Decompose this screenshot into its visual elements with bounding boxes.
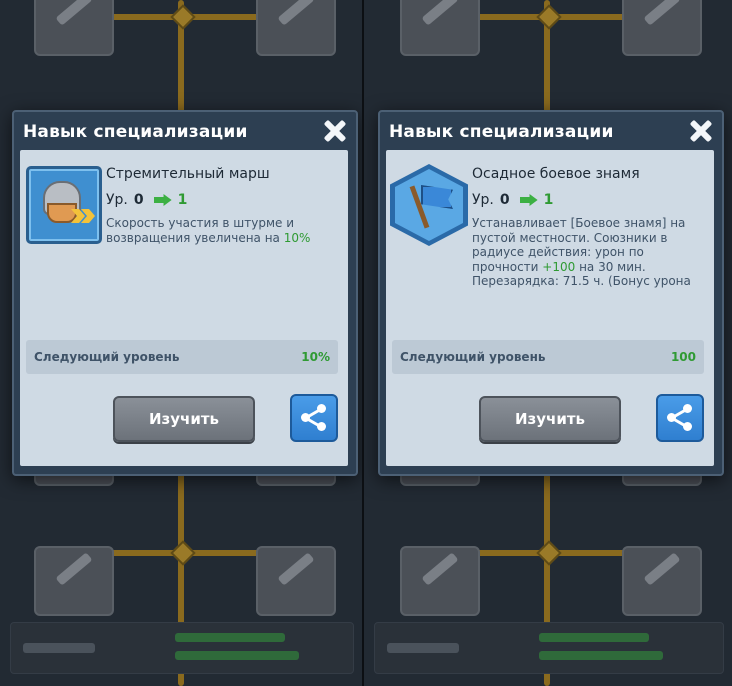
dialog-content: Стремительный марш Ур. 0 1 Скорость учас… xyxy=(20,150,348,466)
level-row: Ур. 0 1 xyxy=(106,192,187,208)
skill-name: Стремительный марш xyxy=(106,166,270,182)
blurred-text xyxy=(23,643,95,653)
skill-name: Осадное боевое знамя xyxy=(472,166,640,182)
tree-node-diamond xyxy=(170,4,196,30)
hammer-icon xyxy=(421,0,459,26)
hammer-icon xyxy=(643,0,681,26)
tree-node-tile[interactable] xyxy=(400,0,480,56)
next-level-value: 100 xyxy=(670,350,696,364)
share-icon-dot xyxy=(667,413,676,422)
hammer-icon xyxy=(277,0,315,26)
study-button[interactable]: Изучить xyxy=(479,396,621,442)
blurred-text xyxy=(539,633,649,642)
close-icon[interactable] xyxy=(322,118,348,144)
level-next: 1 xyxy=(543,192,554,208)
hammer-icon xyxy=(421,552,459,586)
arrow-right-icon xyxy=(153,194,172,206)
description-text: Скорость участия в штурме и возвращения … xyxy=(106,216,294,245)
share-button[interactable] xyxy=(656,394,704,442)
flag-shape xyxy=(421,185,453,209)
dialog-content: Осадное боевое знамя Ур. 0 1 Устанавлива… xyxy=(386,150,714,466)
hammer-icon xyxy=(643,552,681,586)
share-button[interactable] xyxy=(290,394,338,442)
blurred-text xyxy=(175,633,285,642)
share-icon-dot xyxy=(683,404,692,413)
tree-node-tile[interactable] xyxy=(256,0,336,56)
next-level-label: Следующий уровень xyxy=(34,350,180,364)
arrow-right-icon xyxy=(519,194,538,206)
level-current: 0 xyxy=(133,192,144,208)
skill-description: Скорость участия в штурме и возвращения … xyxy=(106,216,342,245)
tree-node-tile[interactable] xyxy=(622,0,702,56)
bottom-info-bar xyxy=(374,622,724,674)
level-current: 0 xyxy=(499,192,510,208)
tree-node-tile[interactable] xyxy=(400,546,480,616)
march-helmet-icon xyxy=(26,166,102,244)
tree-node-tile[interactable] xyxy=(622,546,702,616)
description-value: +100 xyxy=(542,259,576,274)
hammer-icon xyxy=(277,552,315,586)
blurred-text xyxy=(539,651,663,660)
skill-dialog: Навык специализации Осадное боевое знамя… xyxy=(378,110,724,476)
dialog-title: Навык специализации xyxy=(389,122,614,142)
helmet-face-shape xyxy=(47,203,77,223)
dialog-title: Навык специализации xyxy=(23,122,248,142)
banner-flag-icon xyxy=(390,164,468,246)
share-icon-dot xyxy=(317,422,326,431)
tree-node-tile[interactable] xyxy=(34,546,114,616)
close-icon[interactable] xyxy=(688,118,714,144)
share-icon-dot xyxy=(301,413,310,422)
level-prefix: Ур. xyxy=(472,192,494,208)
level-prefix: Ур. xyxy=(106,192,128,208)
blurred-text xyxy=(175,651,299,660)
blurred-text xyxy=(387,643,459,653)
skill-description: Устанавливает [Боевое знамя] на пустой м… xyxy=(472,216,708,289)
hex-inner xyxy=(395,169,463,241)
tree-node-diamond xyxy=(536,540,562,566)
share-icon-dot xyxy=(683,422,692,431)
share-icon-dot xyxy=(317,404,326,413)
left-panel: Навык специализации Стремительный марш У… xyxy=(0,0,362,686)
study-button[interactable]: Изучить xyxy=(113,396,255,442)
level-next: 1 xyxy=(177,192,188,208)
next-level-value: 10% xyxy=(301,350,330,364)
hammer-icon xyxy=(55,552,93,586)
skill-dialog: Навык специализации Стремительный марш У… xyxy=(12,110,358,476)
right-panel: Навык специализации Осадное боевое знамя… xyxy=(364,0,732,686)
hammer-icon xyxy=(55,0,93,26)
tree-node-diamond xyxy=(536,4,562,30)
tree-node-tile[interactable] xyxy=(256,546,336,616)
level-row: Ур. 0 1 xyxy=(472,192,553,208)
next-level-bar: Следующий уровень 100 xyxy=(392,340,704,374)
tree-node-tile[interactable] xyxy=(34,0,114,56)
description-value: 10% xyxy=(283,230,311,245)
bottom-info-bar xyxy=(10,622,354,674)
next-level-label: Следующий уровень xyxy=(400,350,546,364)
next-level-bar: Следующий уровень 10% xyxy=(26,340,338,374)
tree-node-diamond xyxy=(170,540,196,566)
